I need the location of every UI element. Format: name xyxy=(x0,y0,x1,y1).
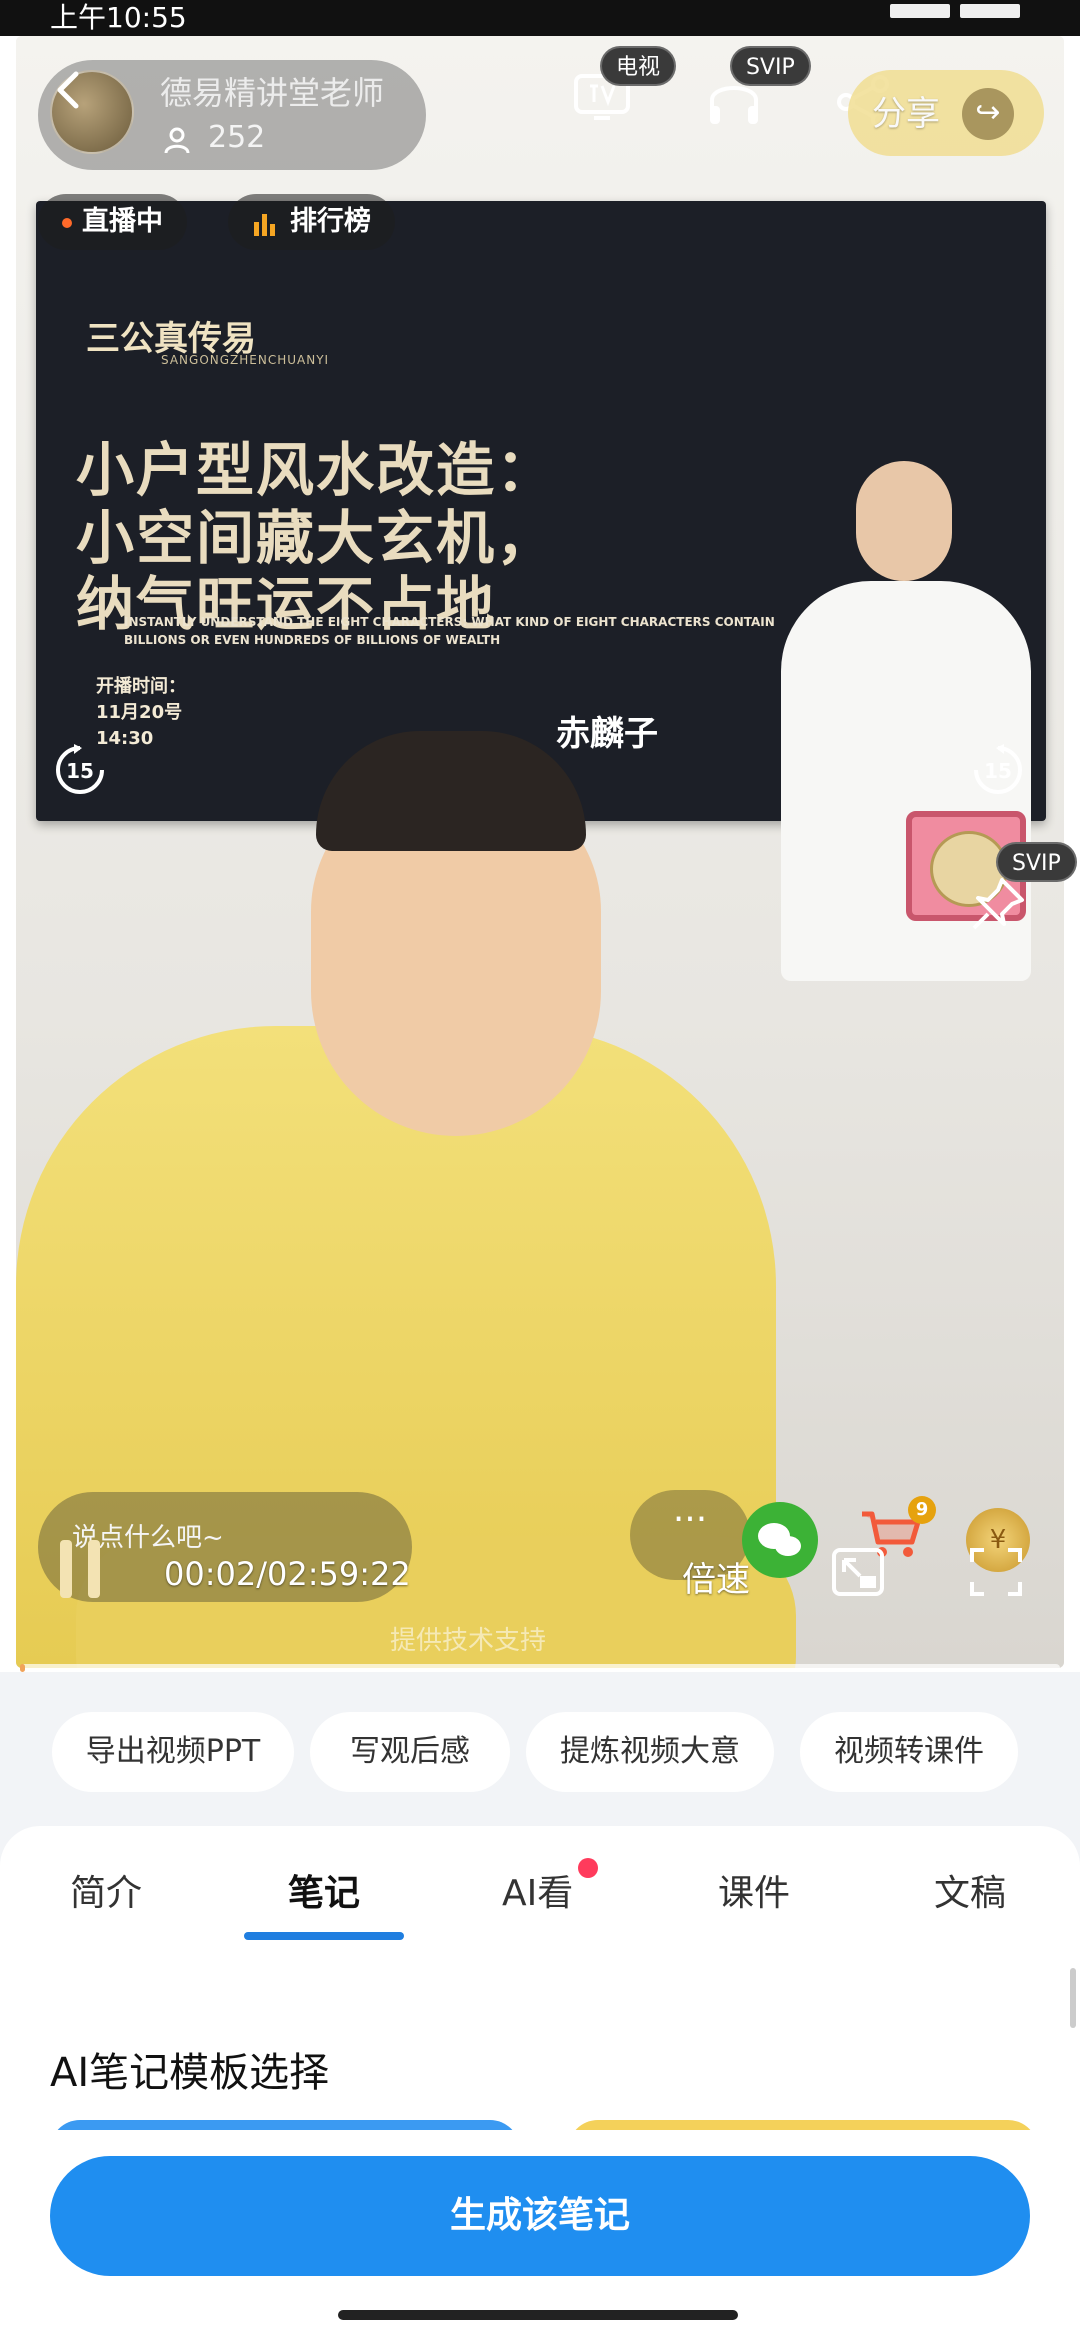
tab-courseware[interactable]: 课件 xyxy=(718,1864,790,1916)
wifi-icon xyxy=(960,4,1020,18)
video-watermark: 提供技术支持 xyxy=(390,1626,547,1656)
live-video[interactable]: 三公真传易 SANGONGZHENCHUANYI 小户型风水改造： 小空间藏大玄… xyxy=(16,36,1064,1668)
back-icon[interactable] xyxy=(50,70,90,110)
cart-count-badge: 9 xyxy=(908,1496,936,1524)
fullscreen-icon[interactable] xyxy=(968,1546,1024,1598)
signal-icon xyxy=(890,4,950,18)
bar-chart-icon xyxy=(254,213,275,236)
presenter-head xyxy=(856,461,952,581)
playback-progress[interactable] xyxy=(20,1664,1060,1672)
tv-badge: 电视 xyxy=(600,46,677,86)
chip-summarize[interactable]: 提炼视频大意 xyxy=(526,1712,774,1792)
section-title: AI笔记模板选择 xyxy=(50,2050,330,2096)
live-dot-icon xyxy=(62,217,72,228)
scrollbar[interactable] xyxy=(1070,1968,1076,2028)
svip-audio-badge: SVIP xyxy=(730,46,811,86)
rank-button[interactable]: 排行榜 xyxy=(228,194,395,250)
forward-label: 15 xyxy=(984,759,1012,783)
rewind-label: 15 xyxy=(66,759,94,783)
playback-progress-fill xyxy=(20,1664,26,1672)
slide-brand-sub: SANGONGZHENCHUANYI xyxy=(161,353,330,367)
chip-export-ppt[interactable]: 导出视频PPT xyxy=(52,1712,294,1792)
home-indicator[interactable] xyxy=(338,2310,738,2320)
tab-ai-view[interactable]: AI看 xyxy=(502,1864,573,1916)
share-arrow-icon: ↪ xyxy=(962,88,1014,140)
status-bar: 上午10:55 xyxy=(0,0,1080,36)
status-icons xyxy=(890,4,1020,18)
tab-intro[interactable]: 简介 xyxy=(70,1864,142,1916)
wechat-bubbles-icon xyxy=(758,1523,801,1556)
active-tab-indicator xyxy=(244,1932,404,1940)
share-label: 分享 xyxy=(872,94,940,134)
channel-name[interactable]: 德易精讲堂老师 xyxy=(160,68,384,114)
generate-note-button[interactable]: 生成该笔记 xyxy=(50,2156,1030,2276)
ai-view-notice-dot xyxy=(578,1858,598,1878)
status-time: 上午10:55 xyxy=(50,1,187,34)
viewer-icon xyxy=(164,127,190,154)
chip-write-review[interactable]: 写观后感 xyxy=(310,1712,510,1792)
viewer-count: 252 xyxy=(208,120,266,155)
rewind-15-icon[interactable]: 15 xyxy=(52,742,108,798)
pin-icon[interactable] xyxy=(968,874,1028,934)
wechat-icon[interactable] xyxy=(742,1502,818,1578)
rank-label: 排行榜 xyxy=(290,206,371,237)
picture-in-picture-icon[interactable] xyxy=(830,1546,886,1598)
chip-to-courseware[interactable]: 视频转课件 xyxy=(800,1712,1018,1792)
host-hair xyxy=(316,731,586,851)
live-label: 直播中 xyxy=(82,206,163,237)
tab-notes[interactable]: 笔记 xyxy=(288,1864,360,1916)
slide-subtitle: INSTANTLY UNDERSTAND THE EIGHT CHARACTER… xyxy=(124,615,775,647)
tab-transcript[interactable]: 文稿 xyxy=(934,1864,1006,1916)
forward-15-icon[interactable]: 15 xyxy=(970,742,1026,798)
play-time: 00:02/02:59:22 xyxy=(164,1555,411,1593)
live-status-pill: 直播中 xyxy=(38,194,187,250)
speed-button[interactable]: 倍速 xyxy=(682,1552,750,1601)
pause-icon[interactable] xyxy=(56,1538,106,1600)
